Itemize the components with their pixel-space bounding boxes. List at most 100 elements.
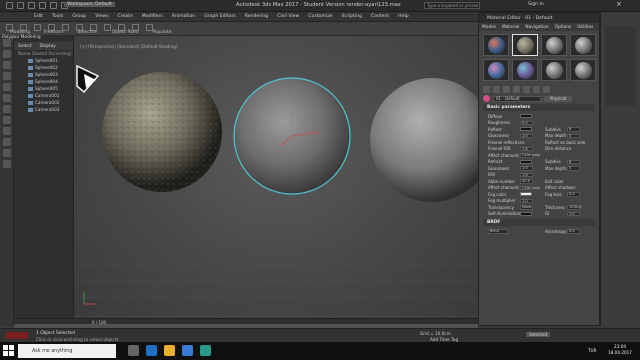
- camera-icon[interactable]: [3, 116, 11, 124]
- parameter-value[interactable]: 1000.0: [567, 205, 582, 210]
- save-icon[interactable]: [39, 2, 46, 9]
- file-explorer-icon[interactable]: [164, 345, 175, 356]
- modify-icon[interactable]: [3, 50, 11, 58]
- windows-start-icon[interactable]: [3, 345, 14, 356]
- selected-sphere[interactable]: [233, 77, 351, 195]
- menu-modifiers[interactable]: Modifiers: [142, 14, 163, 19]
- list-item[interactable]: Sphere001: [14, 57, 73, 64]
- menu-views[interactable]: Views: [95, 14, 108, 19]
- menu-navigation[interactable]: Navigation: [525, 25, 548, 30]
- tab-select[interactable]: Select: [18, 44, 32, 49]
- parameter-value[interactable]: 0.0: [520, 120, 533, 125]
- parameter-value[interactable]: 1.6: [520, 146, 533, 151]
- list-item[interactable]: Sphere002: [14, 64, 73, 71]
- input-language[interactable]: TUR: [588, 348, 597, 353]
- menu-group[interactable]: Group: [72, 14, 86, 19]
- parameter-value[interactable]: 50.0: [520, 179, 533, 184]
- tab-display[interactable]: Display: [40, 44, 56, 49]
- menu-material[interactable]: Material: [502, 25, 519, 30]
- 3ds-max-icon[interactable]: [200, 345, 211, 356]
- parameter-value[interactable]: 0.0: [567, 192, 580, 197]
- menu-animation[interactable]: Animation: [172, 14, 195, 19]
- list-item[interactable]: Camera003: [14, 106, 73, 113]
- scene-list-header[interactable]: Name (Sorted Ascending): [14, 50, 73, 57]
- material-slot[interactable]: [483, 34, 509, 56]
- assign-material-icon[interactable]: [493, 86, 500, 93]
- create-icon[interactable]: [3, 39, 11, 47]
- menu-civil-view[interactable]: Civil View: [277, 14, 299, 19]
- material-slot[interactable]: [512, 59, 538, 81]
- perspective-viewport[interactable]: [74, 36, 478, 318]
- material-slot[interactable]: [541, 59, 567, 81]
- menu-scripting[interactable]: Scripting: [341, 14, 361, 19]
- tab-object-paint[interactable]: Object Paint: [112, 30, 139, 35]
- pick-material-icon[interactable]: [483, 95, 490, 102]
- list-item[interactable]: Sphere003: [14, 71, 73, 78]
- system-clock[interactable]: 23:04 18.04.2017: [603, 344, 637, 358]
- tab-selection[interactable]: Selection: [78, 30, 98, 35]
- hierarchy-icon[interactable]: [3, 61, 11, 69]
- search-input[interactable]: Type a keyword or phrase: [424, 2, 480, 9]
- edge-icon[interactable]: [146, 345, 157, 356]
- tab-populate[interactable]: Populate: [152, 30, 171, 35]
- close-window-button[interactable]: ×: [616, 0, 622, 8]
- tab-modeling[interactable]: Modeling: [10, 30, 30, 35]
- show-in-viewport-icon[interactable]: [533, 86, 540, 93]
- menu-content[interactable]: Content: [371, 14, 389, 19]
- color-swatch[interactable]: [520, 211, 532, 216]
- parameter-value[interactable]: 5: [567, 133, 580, 138]
- light-icon[interactable]: [3, 105, 11, 113]
- color-swatch[interactable]: [520, 114, 532, 119]
- parameter-value[interactable]: 5: [567, 166, 580, 171]
- app-icon[interactable]: [6, 2, 13, 9]
- copy-material-icon[interactable]: [513, 86, 520, 93]
- color-swatch[interactable]: [520, 127, 532, 132]
- material-name-field[interactable]: 01 - Default: [493, 95, 541, 102]
- parameter-value[interactable]: 1.6: [520, 172, 533, 177]
- list-item[interactable]: Camera002: [14, 99, 73, 106]
- store-icon[interactable]: [182, 345, 193, 356]
- parameter-value[interactable]: 1.0: [520, 133, 533, 138]
- open-icon[interactable]: [28, 2, 35, 9]
- unique-icon[interactable]: [523, 86, 530, 93]
- viewport-label[interactable]: [+] [Perspective] [Standard] [Default Sh…: [80, 44, 178, 49]
- menu-help[interactable]: Help: [398, 14, 408, 19]
- shape-icon[interactable]: [3, 138, 11, 146]
- maxscript-listener[interactable]: [6, 332, 28, 339]
- basic-parameters-rollout[interactable]: Basic parameters: [483, 104, 595, 111]
- menu-graph-editors[interactable]: Graph Editors: [204, 14, 236, 19]
- parameter-value[interactable]: 1.0: [520, 166, 533, 171]
- menu-customize[interactable]: Customize: [308, 14, 332, 19]
- sign-in-link[interactable]: Sign In: [528, 2, 544, 7]
- material-slot[interactable]: [512, 34, 538, 56]
- material-slot[interactable]: [541, 34, 567, 56]
- set-key-filter[interactable]: Selected: [526, 332, 551, 337]
- parameter-value[interactable]: 8: [567, 127, 580, 132]
- display-icon[interactable]: [3, 83, 11, 91]
- color-swatch[interactable]: [520, 192, 532, 197]
- motion-icon[interactable]: [3, 72, 11, 80]
- anisotropy-field[interactable]: 0.0: [567, 229, 580, 234]
- parameter-value[interactable]: Color only: [520, 185, 540, 190]
- get-material-icon[interactable]: [483, 86, 490, 93]
- tab-freeform[interactable]: Freeform: [44, 30, 64, 35]
- menu-modes[interactable]: Modes: [482, 25, 496, 30]
- brdf-type-select[interactable]: Blinn: [488, 229, 508, 234]
- gray-sphere[interactable]: [370, 78, 478, 202]
- go-to-parent-icon[interactable]: [543, 86, 550, 93]
- menu-create[interactable]: Create: [118, 14, 133, 19]
- parameter-value[interactable]: None: [520, 205, 533, 210]
- material-slot[interactable]: [570, 34, 596, 56]
- task-view-icon[interactable]: [128, 345, 139, 356]
- menu-tools[interactable]: Tools: [52, 14, 63, 19]
- material-slot[interactable]: [483, 59, 509, 81]
- utilities-icon[interactable]: [3, 94, 11, 102]
- list-item[interactable]: Sphere005: [14, 85, 73, 92]
- new-icon[interactable]: [17, 2, 24, 9]
- menu-options[interactable]: Options: [555, 25, 572, 30]
- menu-utilities[interactable]: Utilities: [577, 25, 593, 30]
- geometry-icon[interactable]: [3, 149, 11, 157]
- parameter-value[interactable]: Color only: [520, 153, 540, 158]
- parameter-value[interactable]: 1.0: [520, 198, 533, 203]
- menu-rendering[interactable]: Rendering: [245, 14, 268, 19]
